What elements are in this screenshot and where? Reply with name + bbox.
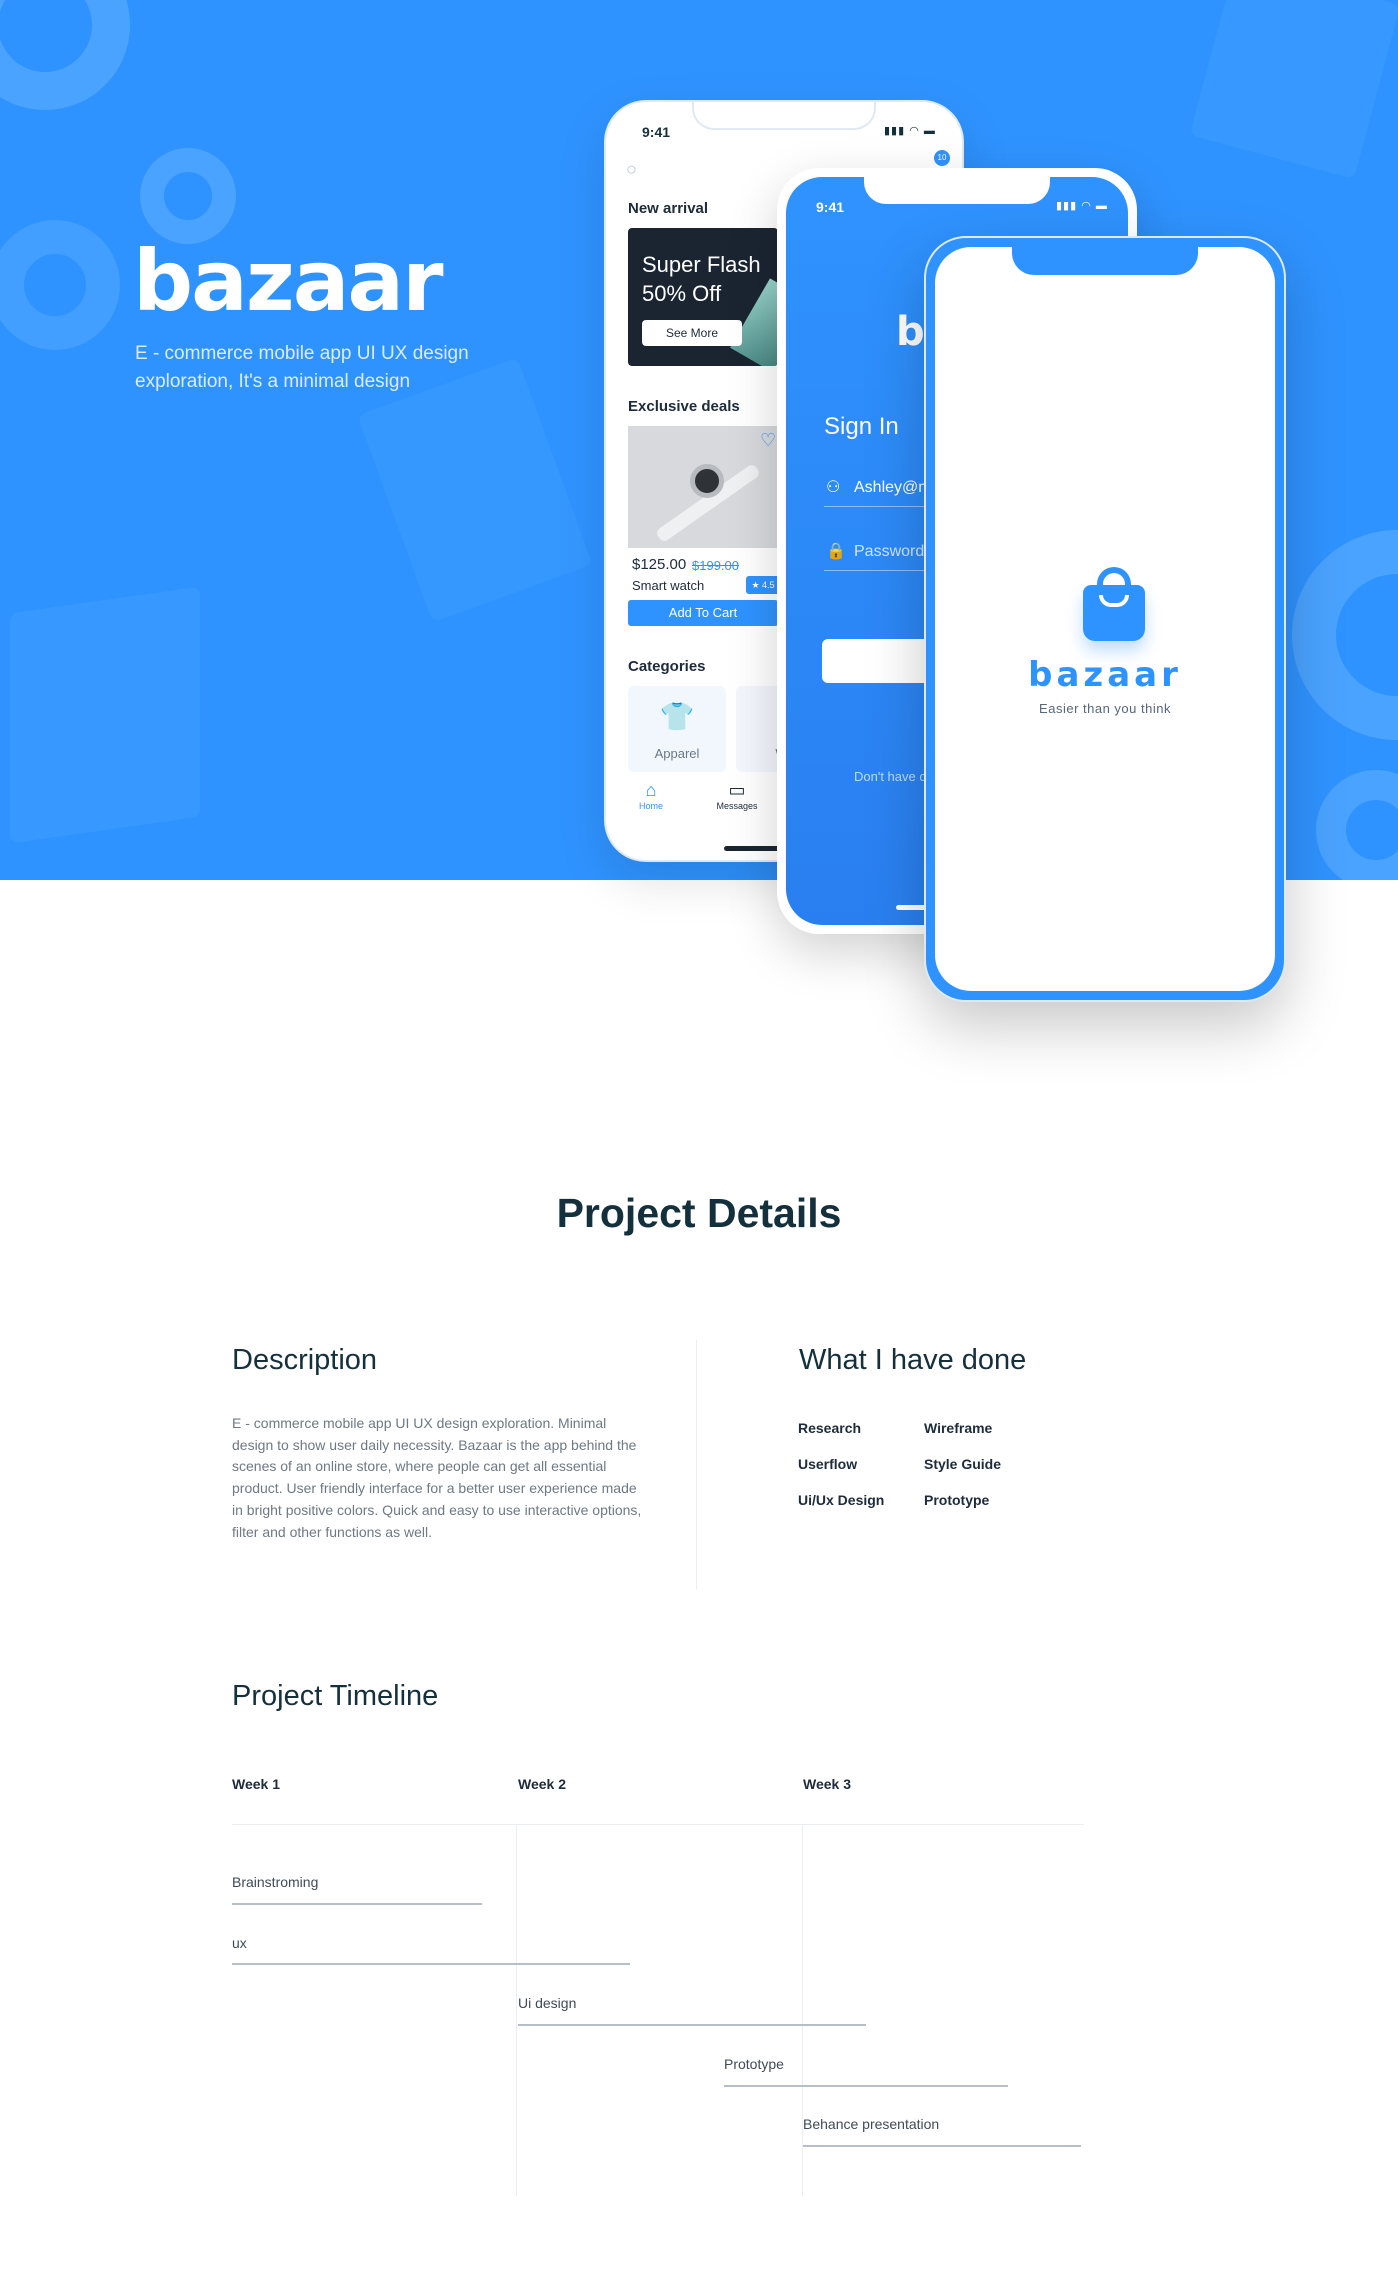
product-old-price: $199.00 — [692, 558, 739, 573]
flash-sale-banner[interactable]: Super Flash 50% Off See More — [628, 228, 778, 366]
watch-face — [690, 464, 724, 498]
signup-prompt[interactable]: Don't have c — [854, 769, 926, 784]
phone-splash-screen: bazaar Easier than you think — [924, 236, 1286, 1002]
task-label: Behance presentation — [803, 2116, 940, 2132]
exclusive-deals-title: Exclusive deals — [628, 398, 740, 415]
done-item: Prototype — [924, 1492, 990, 1508]
rating-badge: ★ 4.5 — [746, 576, 780, 594]
decor-ring — [0, 0, 130, 110]
phone-notch — [692, 102, 876, 130]
section-divider — [696, 1340, 697, 1590]
project-details-title: Project Details — [556, 1190, 842, 1236]
see-more-button[interactable]: See More — [642, 320, 742, 346]
decor-ring — [1316, 770, 1398, 880]
timeline-week-divider — [516, 1826, 517, 2196]
done-item: Ui/Ux Design — [798, 1492, 885, 1508]
tab-messages[interactable]: ▭ Messages — [702, 780, 772, 811]
category-label: Apparel — [654, 746, 700, 761]
chat-icon: ▭ — [728, 780, 746, 800]
add-to-cart-button[interactable]: Add To Cart — [628, 600, 778, 626]
lock-icon: 🔒 — [826, 543, 846, 560]
description-heading: Description — [232, 1344, 378, 1376]
week-label: Week 3 — [803, 1776, 851, 1792]
email-value: Ashley@m — [854, 479, 932, 496]
done-item: Research — [798, 1420, 862, 1436]
task-label: Brainstroming — [232, 1874, 319, 1890]
heart-icon[interactable]: ♡ — [760, 430, 776, 451]
tab-home[interactable]: ⌂ Home — [616, 780, 686, 811]
done-item: Wireframe — [924, 1420, 993, 1436]
product-image[interactable] — [628, 426, 778, 548]
decor-ring — [1292, 530, 1398, 740]
splash-tagline: Easier than you think — [1039, 701, 1171, 716]
signin-title: Sign In — [824, 413, 899, 440]
week-label: Week 2 — [518, 1776, 566, 1792]
description-text: E - commerce mobile app UI UX design exp… — [232, 1415, 642, 1540]
timeline-week-divider — [802, 1826, 803, 2196]
phone-notch — [1012, 247, 1198, 275]
splash-screen: bazaar Easier than you think — [935, 247, 1275, 991]
project-timeline-title: Project Timeline — [232, 1680, 439, 1712]
decor-bag-shape — [10, 586, 200, 844]
user-icon: ⚇ — [826, 479, 841, 496]
product-name: Smart watch — [632, 578, 705, 593]
decor-bag-shape — [1189, 0, 1398, 179]
decor-ring — [0, 220, 120, 350]
password-placeholder: Password — [854, 543, 925, 560]
task-bar — [803, 2145, 1081, 2147]
timeline-header-divider — [232, 1824, 1084, 1825]
status-time: 9:41 — [642, 124, 671, 140]
decor-ring — [140, 148, 236, 244]
task-label: Prototype — [724, 2056, 784, 2072]
week-label: Week 1 — [232, 1776, 280, 1792]
task-bar — [518, 2024, 866, 2026]
done-item: Userflow — [798, 1456, 858, 1472]
done-item: Style Guide — [924, 1456, 1002, 1472]
flash-sale-text: Super Flash 50% Off — [642, 252, 761, 306]
splash-brand: bazaar — [1028, 655, 1182, 695]
bazaar-logo-icon — [1083, 567, 1145, 641]
task-label: ux — [232, 1935, 247, 1951]
status-icons: ▮▮▮ ◠ ▬ — [884, 125, 936, 137]
status-time: 9:41 — [816, 199, 845, 215]
task-label: Ui design — [518, 1995, 577, 2011]
hero-title: bazaar — [133, 232, 443, 330]
task-bar — [232, 1903, 482, 1905]
new-arrival-title: New arrival — [628, 200, 709, 217]
what-i-have-done-heading: What I have done — [799, 1344, 1027, 1376]
decor-bag-shape — [357, 357, 593, 623]
task-bar — [232, 1963, 630, 1965]
home-icon: ⌂ — [645, 780, 657, 800]
hero-subtitle: E - commerce mobile app UI UX design exp… — [135, 343, 469, 392]
task-bar — [724, 2085, 1008, 2087]
phone-notch — [864, 177, 1050, 204]
status-icons: ▮▮▮ ◠ ▬ — [1056, 200, 1108, 212]
notification-badge[interactable]: 10 — [934, 150, 950, 166]
categories-title: Categories — [628, 658, 706, 675]
shirt-icon: 👕 — [659, 701, 695, 732]
category-card-apparel[interactable]: 👕 Apparel — [628, 686, 726, 772]
product-price: $125.00 — [632, 556, 687, 573]
search-icon[interactable]: ○ — [626, 159, 637, 180]
